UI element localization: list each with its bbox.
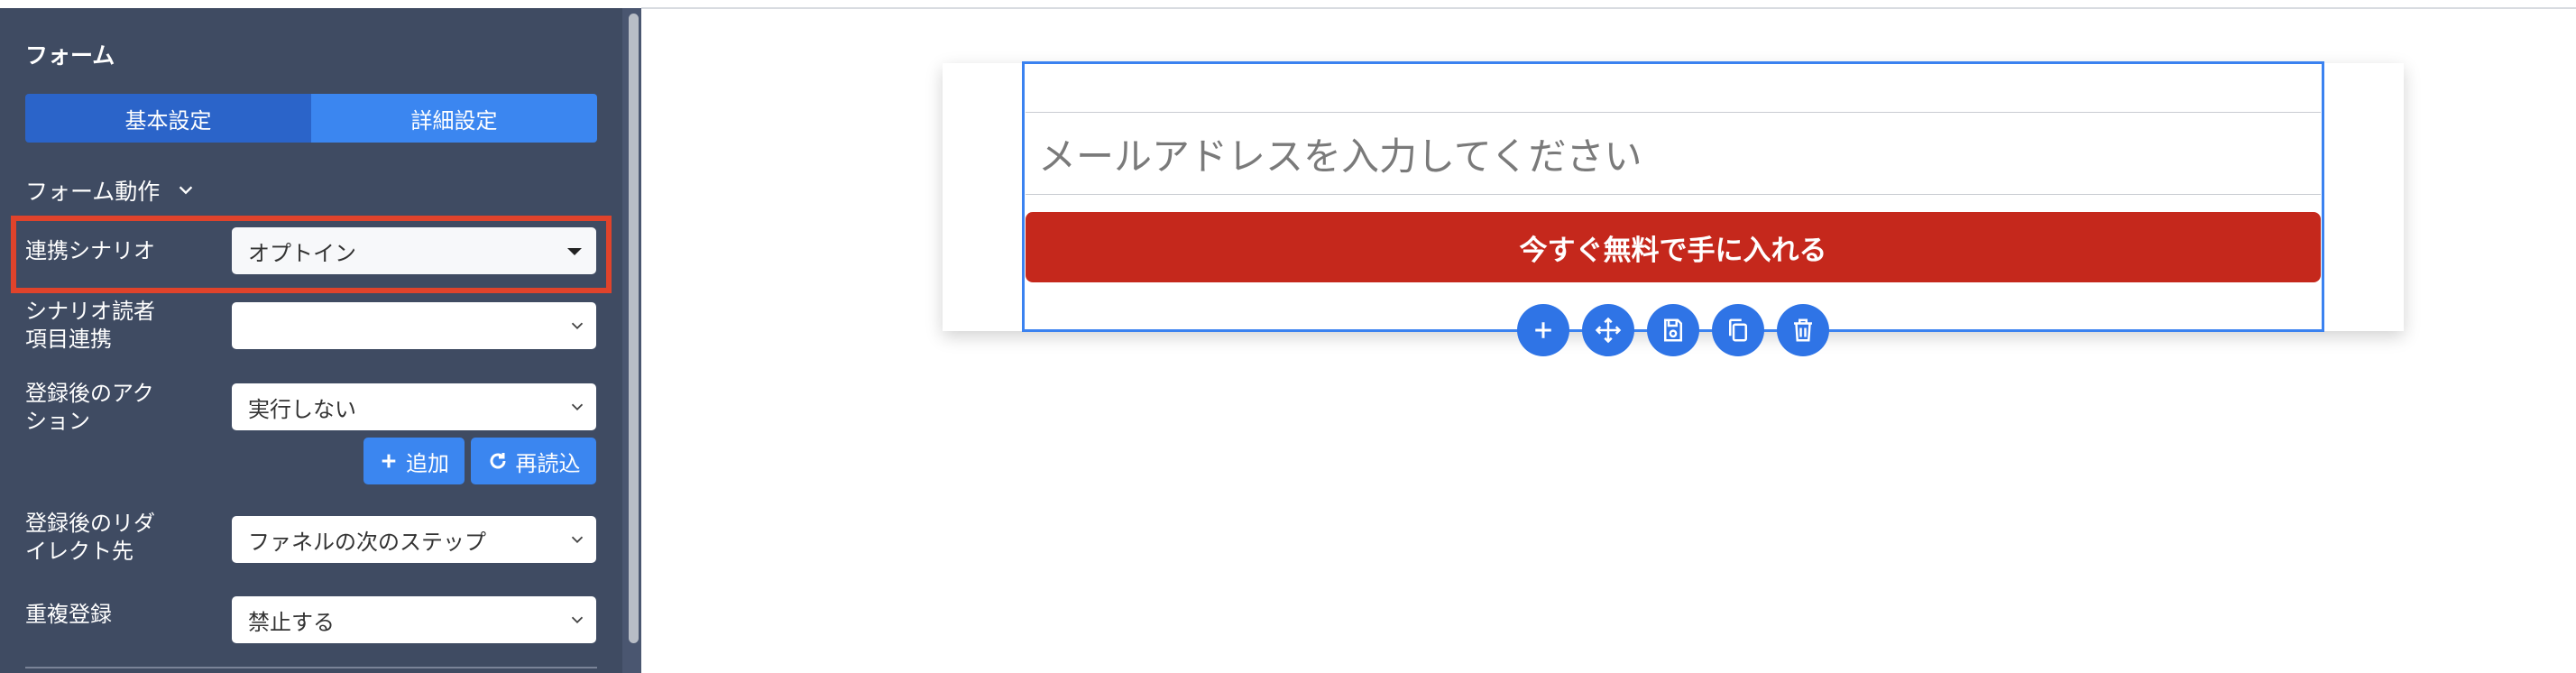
plus-icon <box>1535 322 1551 338</box>
selected-element-frame[interactable] <box>1022 61 2324 332</box>
reader-fields-select[interactable] <box>232 302 596 349</box>
delete-button[interactable] <box>1777 304 1829 356</box>
section-form-behavior[interactable]: フォーム動作 <box>25 174 196 207</box>
settings-tabs: 基本設定 詳細設定 <box>25 94 597 143</box>
duplicate-select[interactable]: 禁止する <box>232 596 596 643</box>
save-button[interactable] <box>1647 304 1699 356</box>
post-action-label-line1: 登録後のアク <box>25 381 154 406</box>
copy-icon <box>1729 318 1747 342</box>
tab-basic-settings[interactable]: 基本設定 <box>25 94 311 143</box>
chevron-down-icon <box>179 186 193 195</box>
chevron-down-icon <box>571 322 584 330</box>
tab-detail-settings[interactable]: 詳細設定 <box>311 94 597 143</box>
highlight-box <box>11 216 612 293</box>
post-action-select[interactable]: 実行しない <box>232 383 596 430</box>
trash-icon <box>1794 318 1812 342</box>
plus-icon <box>382 454 396 468</box>
duplicate-element-button[interactable] <box>1712 304 1764 356</box>
chevron-down-icon <box>571 403 584 411</box>
redirect-label: 登録後のリダ イレクト先 <box>25 510 155 566</box>
section-label: フォーム動作 <box>25 179 161 205</box>
chevron-down-icon <box>571 616 584 624</box>
redirect-label-line2: イレクト先 <box>25 539 133 564</box>
email-input[interactable]: メールアドレスを入力してください <box>1026 112 2321 195</box>
panel-title: フォーム <box>25 42 115 69</box>
submit-button[interactable]: 今すぐ無料で手に入れる <box>1026 212 2321 282</box>
add-button-label: 追加 <box>406 450 449 476</box>
sidebar-panel: フォーム 基本設定 詳細設定 フォーム動作 連携シナリオ オプトイン シナリオ読… <box>0 8 641 673</box>
duplicate-value: 禁止する <box>248 609 335 635</box>
redirect-label-line1: 登録後のリダ <box>25 511 155 536</box>
element-toolbar <box>1517 304 1829 356</box>
post-action-label: 登録後のアク ション <box>25 380 154 436</box>
reload-button[interactable]: 再読込 <box>471 438 596 484</box>
redirect-value: ファネルの次のステップ <box>248 529 486 555</box>
post-action-label-line2: ション <box>25 409 90 434</box>
move-button[interactable] <box>1582 304 1634 356</box>
reload-button-label: 再読込 <box>515 450 581 476</box>
post-action-value: 実行しない <box>248 396 356 422</box>
section-divider <box>25 667 597 668</box>
reader-fields-label-line1: シナリオ読者 <box>25 299 155 324</box>
redirect-select[interactable]: ファネルの次のステップ <box>232 516 596 563</box>
refresh-icon <box>490 453 505 469</box>
move-icon <box>1595 317 1622 344</box>
add-button[interactable]: 追加 <box>363 438 465 484</box>
duplicate-label: 重複登録 <box>25 602 112 627</box>
scrollbar-thumb[interactable] <box>629 14 639 643</box>
reader-fields-label: シナリオ読者 項目連携 <box>25 298 155 354</box>
chevron-down-icon <box>571 536 584 544</box>
reader-fields-label-line2: 項目連携 <box>25 327 112 352</box>
save-icon <box>1664 318 1682 342</box>
add-element-button[interactable] <box>1517 304 1569 356</box>
top-divider <box>641 7 2576 9</box>
